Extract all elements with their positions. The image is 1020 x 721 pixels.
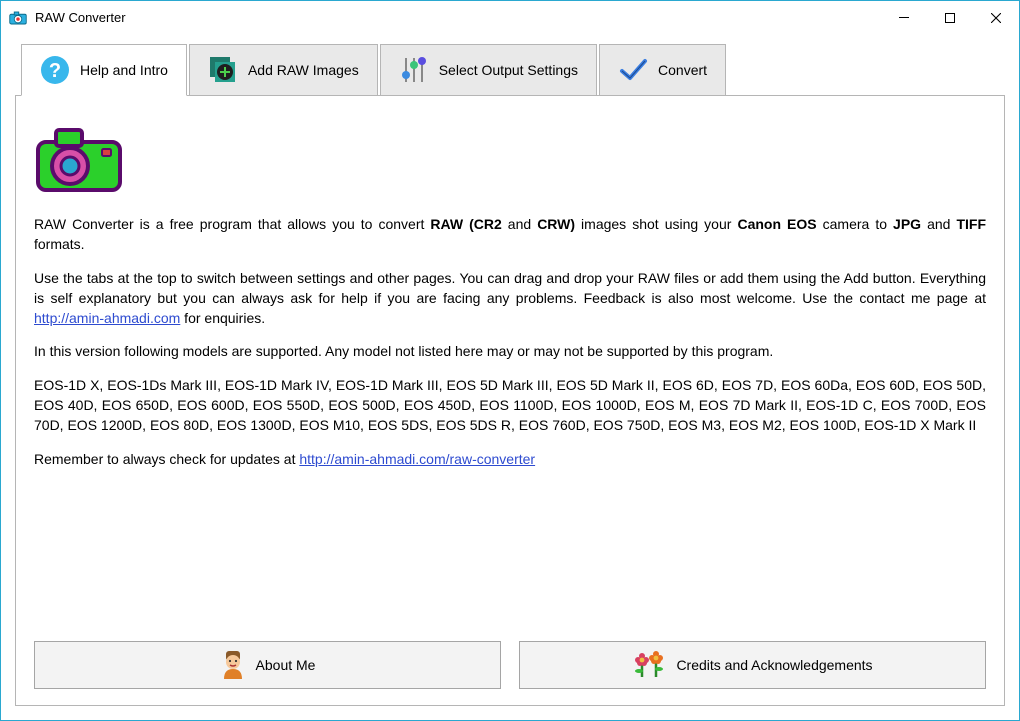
tab-add-raw[interactable]: Add RAW Images <box>189 44 378 95</box>
bottom-button-row: About Me <box>34 641 986 689</box>
camera-icon <box>34 124 986 197</box>
checkmark-icon <box>618 55 648 85</box>
flowers-icon <box>632 649 666 682</box>
intro-paragraph-3: In this version following models are sup… <box>34 342 986 362</box>
person-icon <box>220 649 246 682</box>
updates-link[interactable]: http://amin-ahmadi.com/raw-converter <box>299 451 535 467</box>
maximize-icon <box>945 13 955 23</box>
intro-text: RAW Converter is a free program that all… <box>34 215 986 484</box>
tab-help-intro[interactable]: ? Help and Intro <box>21 44 187 96</box>
intro-paragraph-2: Use the tabs at the top to switch betwee… <box>34 269 986 329</box>
settings-sliders-icon <box>399 55 429 85</box>
window-title: RAW Converter <box>35 10 881 25</box>
credits-button[interactable]: Credits and Acknowledgements <box>519 641 986 689</box>
button-label: About Me <box>256 657 316 673</box>
tab-label: Convert <box>658 62 707 78</box>
content-area: ? Help and Intro Add RAW Images <box>1 34 1019 720</box>
app-icon <box>9 11 27 25</box>
tab-label: Add RAW Images <box>248 62 359 78</box>
main-window: RAW Converter ? Help and Intro <box>0 0 1020 721</box>
minimize-icon <box>899 17 909 18</box>
tab-panel-help-intro: RAW Converter is a free program that all… <box>15 95 1005 706</box>
about-me-button[interactable]: About Me <box>34 641 501 689</box>
svg-text:?: ? <box>49 60 61 82</box>
tab-convert[interactable]: Convert <box>599 44 726 95</box>
window-controls <box>881 1 1019 34</box>
intro-paragraph-5: Remember to always check for updates at … <box>34 450 986 470</box>
tab-label: Select Output Settings <box>439 62 578 78</box>
contact-link[interactable]: http://amin-ahmadi.com <box>34 310 180 326</box>
titlebar: RAW Converter <box>1 1 1019 34</box>
help-icon: ? <box>40 55 70 85</box>
add-images-icon <box>208 55 238 85</box>
button-label: Credits and Acknowledgements <box>676 657 872 673</box>
close-icon <box>991 13 1001 23</box>
tab-bar: ? Help and Intro Add RAW Images <box>21 44 1005 95</box>
supported-models-list: EOS-1D X, EOS-1Ds Mark III, EOS-1D Mark … <box>34 376 986 436</box>
tab-label: Help and Intro <box>80 62 168 78</box>
minimize-button[interactable] <box>881 1 927 34</box>
intro-paragraph-1: RAW Converter is a free program that all… <box>34 215 986 255</box>
maximize-button[interactable] <box>927 1 973 34</box>
tab-output-settings[interactable]: Select Output Settings <box>380 44 597 95</box>
close-button[interactable] <box>973 1 1019 34</box>
